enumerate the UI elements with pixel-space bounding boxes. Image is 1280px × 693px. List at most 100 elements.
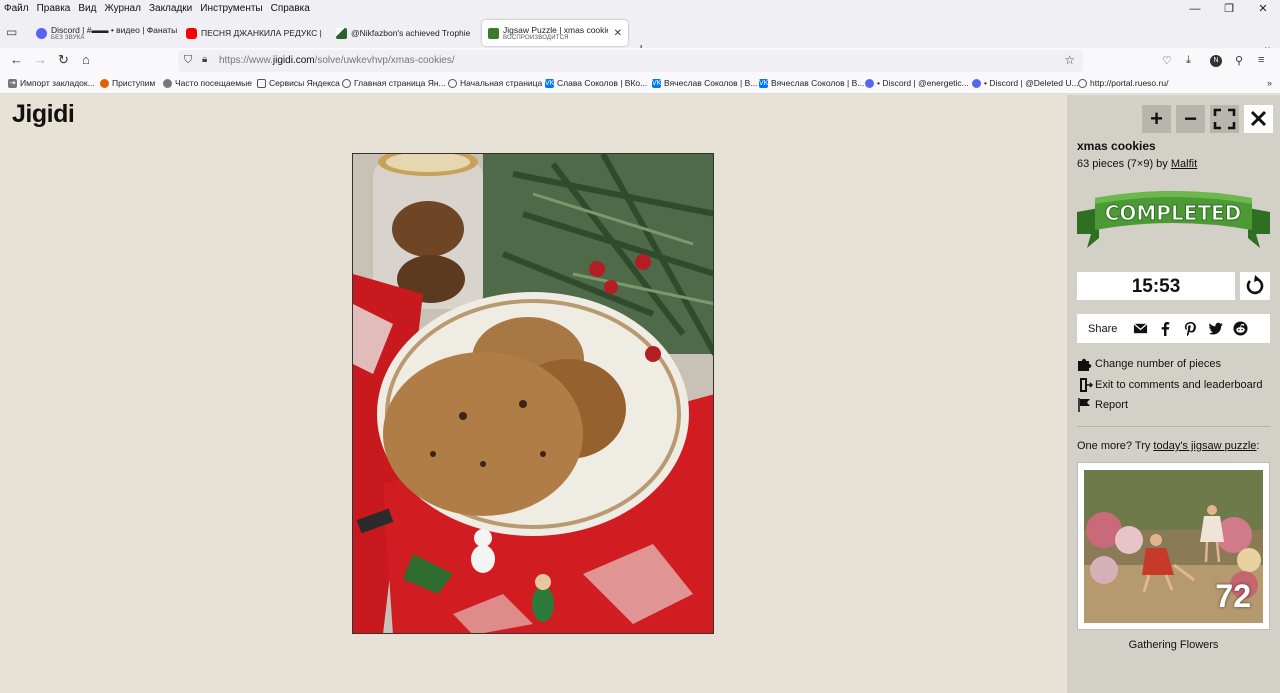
plus-icon: + xyxy=(1150,106,1163,131)
menu-help[interactable]: Справка xyxy=(267,3,314,14)
close-puzzle-button[interactable] xyxy=(1244,105,1273,133)
bookmark-import[interactable]: ⇥ Импорт закладок... xyxy=(8,78,95,88)
share-bar: Share xyxy=(1077,314,1270,343)
tab-title: ПЕСНЯ ДЖАНКИЛА РЕДУКС | xyxy=(201,28,322,38)
author-link[interactable]: Malfit xyxy=(1171,158,1197,170)
gear-icon xyxy=(163,78,172,88)
import-icon: ⇥ xyxy=(8,78,17,88)
youtube-favicon-icon xyxy=(186,27,197,39)
zoom-out-button[interactable]: − xyxy=(1176,105,1205,133)
url-text[interactable]: https://www.jigidi.com/solve/uwkevhvp/xm… xyxy=(219,55,455,66)
extensions-icon[interactable]: ⚲ xyxy=(1235,54,1243,67)
address-bar[interactable]: ⛉ 🔒︎ https://www.jigidi.com/solve/uwkevh… xyxy=(178,50,1083,72)
fullscreen-button[interactable] xyxy=(1210,105,1239,133)
bookmark-get-started[interactable]: Приступим xyxy=(100,78,155,88)
home-icon[interactable]: ⌂ xyxy=(82,53,90,67)
tab-title: Discord | #▬▬ • видео | Фанаты xyxy=(51,25,178,35)
reload-icon[interactable]: ↻ xyxy=(58,53,69,67)
tab-overview-icon[interactable]: ▭ xyxy=(6,25,17,39)
menu-tools[interactable]: Инструменты xyxy=(196,3,266,14)
forward-icon[interactable]: → xyxy=(34,53,47,67)
sidebar-divider xyxy=(1077,426,1270,427)
daily-puzzle-title[interactable]: Gathering Flowers xyxy=(1077,639,1270,651)
lock-icon[interactable]: 🔒︎ xyxy=(202,54,207,65)
close-icon xyxy=(1250,110,1267,127)
restart-button[interactable] xyxy=(1240,272,1270,300)
facebook-icon[interactable] xyxy=(1158,321,1173,336)
puzzle-sidebar: + − xmas cookies 63 pieces (7×9) by Malf… xyxy=(1067,95,1280,693)
back-icon[interactable]: ← xyxy=(10,53,23,67)
zoom-in-button[interactable]: + xyxy=(1142,105,1171,133)
tab-trophies[interactable]: @Nikfazbon's achieved Trophie xyxy=(330,20,480,46)
tab-youtube[interactable]: ПЕСНЯ ДЖАНКИЛА РЕДУКС | xyxy=(180,20,330,46)
bookmark-discord-1[interactable]: • Discord | @energetic... xyxy=(865,78,969,88)
menu-bar: Файл Правка Вид Журнал Закладки Инструме… xyxy=(0,0,1280,16)
pieces-text: 63 pieces (7×9) by xyxy=(1077,158,1168,170)
puzzle-info: 63 pieces (7×9) by Malfit xyxy=(1077,158,1197,170)
app-menu-icon[interactable]: ≡ xyxy=(1258,54,1264,66)
close-tab-icon[interactable]: ✕ xyxy=(608,28,628,39)
bookmark-portal[interactable]: http://portal.rueso.ru/ xyxy=(1078,78,1168,88)
bookmark-vk-1[interactable]: VK Слава Соколов | ВКо... xyxy=(545,78,647,88)
report-link[interactable]: Report xyxy=(1077,398,1128,412)
tab-title: Jigsaw Puzzle | xmas cookies | 6 xyxy=(503,25,608,35)
tracking-shield-icon[interactable]: ⛉ xyxy=(184,54,192,67)
puzzle-timer: 15:53 xyxy=(1077,272,1235,300)
site-logo[interactable]: Jigidi xyxy=(12,100,75,129)
bookmark-yandex-home[interactable]: Главная страница Ян... xyxy=(342,78,446,88)
vk-icon: VK xyxy=(759,78,769,88)
minus-icon: − xyxy=(1184,106,1197,131)
more-bookmarks-icon[interactable]: » xyxy=(1267,78,1272,88)
bookmark-discord-2[interactable]: • Discord | @Deleted U... xyxy=(972,78,1079,88)
mail-icon[interactable] xyxy=(1133,321,1148,336)
restart-icon xyxy=(1246,275,1264,295)
tab-bar: ▭ Discord | #▬▬ • видео | Фанаты БЕЗ ЗВУ… xyxy=(0,16,1280,56)
folder-icon xyxy=(257,78,266,88)
exit-to-comments-link[interactable]: Exit to comments and leaderboard xyxy=(1077,378,1263,392)
jigidi-favicon-icon xyxy=(488,27,499,39)
firefox-icon xyxy=(100,78,109,88)
bookmark-vk-2[interactable]: VK Вячеслав Соколов | В... xyxy=(652,78,757,88)
pinterest-icon[interactable] xyxy=(1183,321,1198,336)
reddit-icon[interactable] xyxy=(1233,321,1248,336)
menu-history[interactable]: Журнал xyxy=(100,3,145,14)
flag-icon xyxy=(1078,398,1090,412)
fullscreen-icon xyxy=(1213,108,1236,130)
todays-puzzle-link[interactable]: today's jigsaw puzzle xyxy=(1153,440,1256,452)
menu-view[interactable]: Вид xyxy=(74,3,100,14)
puzzle-title: xmas cookies xyxy=(1077,139,1156,153)
globe-icon xyxy=(448,78,457,88)
tab-subtitle: БЕЗ ЗВУКА xyxy=(51,35,85,41)
trophy-favicon-icon xyxy=(336,27,347,39)
menu-edit[interactable]: Правка xyxy=(33,3,75,14)
tab-discord[interactable]: Discord | #▬▬ • видео | Фанаты БЕЗ ЗВУКА xyxy=(30,20,180,46)
tab-title: @Nikfazbon's achieved Trophie xyxy=(351,28,471,38)
account-icon[interactable]: N xyxy=(1210,55,1222,67)
one-more-text: One more? Try today's jigsaw puzzle: xyxy=(1077,440,1260,452)
tab-jigidi[interactable]: Jigsaw Puzzle | xmas cookies | 6 ВОСПРОИ… xyxy=(482,20,628,46)
menu-file[interactable]: Файл xyxy=(0,3,33,14)
share-label: Share xyxy=(1088,323,1118,335)
vk-icon: VK xyxy=(545,78,555,88)
bookmark-start-page[interactable]: Начальная страница xyxy=(448,78,542,88)
cookies-photo xyxy=(353,154,713,633)
pocket-icon[interactable]: ♡ xyxy=(1162,54,1172,67)
completed-banner: COMPLETED xyxy=(1077,191,1270,248)
downloads-icon[interactable]: ⤓ xyxy=(1186,54,1191,67)
bookmark-yandex-services[interactable]: Сервисы Яндекса xyxy=(257,78,340,88)
puzzle-image[interactable] xyxy=(352,153,714,634)
bookmark-most-visited[interactable]: Часто посещаемые xyxy=(163,78,252,88)
twitter-icon[interactable] xyxy=(1208,321,1223,336)
menu-bookmarks[interactable]: Закладки xyxy=(145,3,196,14)
daily-puzzle-card[interactable]: 72 xyxy=(1077,462,1270,630)
vk-icon: VK xyxy=(652,78,662,88)
daily-puzzle-thumbnail[interactable]: 72 xyxy=(1084,470,1263,623)
bookmark-star-icon[interactable]: ☆ xyxy=(1064,53,1075,67)
discord-icon xyxy=(972,78,981,88)
discord-favicon-icon xyxy=(36,27,47,39)
bookmarks-toolbar: ⇥ Импорт закладок... Приступим Часто посе… xyxy=(0,74,1280,94)
globe-icon xyxy=(342,78,351,88)
bookmark-vk-3[interactable]: VK Вячеслав Соколов | В... xyxy=(759,78,864,88)
daily-pieces-count: 72 xyxy=(1215,578,1251,614)
change-pieces-link[interactable]: Change number of pieces xyxy=(1077,357,1221,371)
